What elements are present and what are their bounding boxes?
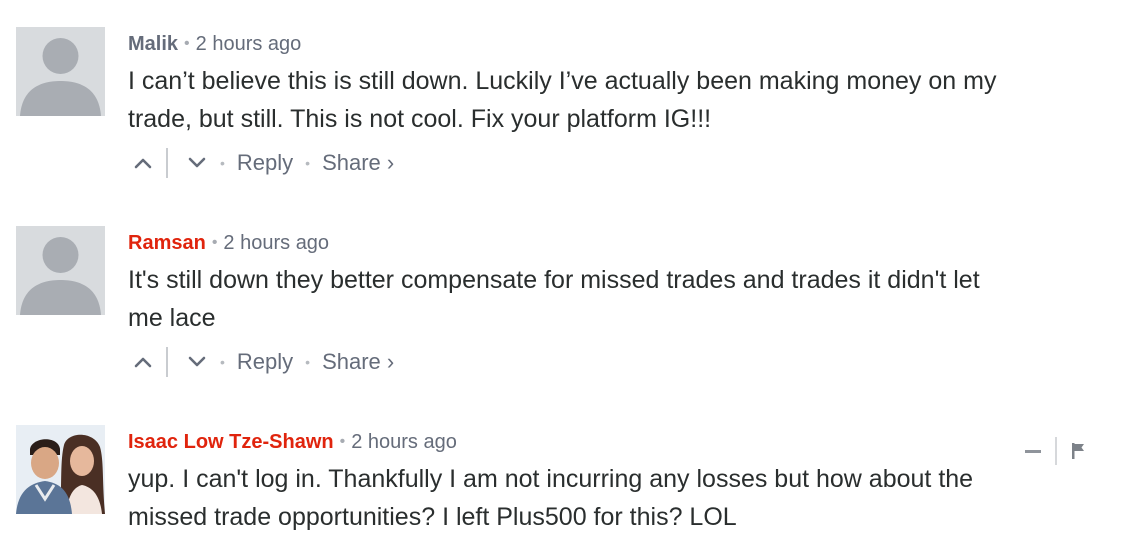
comment-body: Ramsan • 2 hours ago It's still down the… [128, 226, 1111, 381]
upvote-icon[interactable] [132, 152, 154, 174]
comment-text: It's still down they better compensate f… [128, 266, 980, 332]
downvote-icon[interactable] [186, 351, 208, 373]
bullet-separator: • [339, 433, 346, 450]
default-avatar-icon [16, 226, 105, 315]
avatar[interactable] [16, 425, 105, 514]
comment-text: I can’t believe this is still down. Luck… [128, 67, 997, 133]
comment-text: yup. I can't log in. Thankfully I am not… [128, 465, 974, 531]
bullet-separator: • [305, 155, 311, 171]
avatar[interactable] [16, 226, 105, 315]
bullet-separator: • [184, 35, 190, 52]
comment-body: Isaac Low Tze-Shawn • 2 hours ago yup. I… [128, 425, 1111, 536]
bullet-separator: • [220, 155, 225, 171]
flag-icon[interactable] [1071, 442, 1085, 460]
comment-actions: • Reply • Share › [128, 144, 1111, 182]
timestamp[interactable]: 2 hours ago [196, 33, 302, 56]
comment-body: Malik • 2 hours ago I can’t believe this… [128, 27, 1111, 182]
author-name[interactable]: Malik [128, 33, 178, 56]
author-name[interactable]: Isaac Low Tze-Shawn [128, 431, 334, 454]
comment-header: Isaac Low Tze-Shawn • 2 hours ago [128, 425, 1111, 459]
reply-button[interactable]: Reply [237, 150, 293, 176]
comment-actions: • Reply • Share › [128, 343, 1111, 381]
avatar[interactable] [16, 27, 105, 116]
upvote-icon[interactable] [132, 351, 154, 373]
reply-button[interactable]: Reply [237, 349, 293, 375]
default-avatar-icon [16, 27, 105, 116]
share-button[interactable]: Share › [322, 150, 394, 176]
comment-header: Ramsan • 2 hours ago [128, 226, 1111, 260]
timestamp[interactable]: 2 hours ago [351, 431, 457, 454]
comment-tools [1025, 437, 1085, 465]
downvote-icon[interactable] [186, 152, 208, 174]
vote-divider [166, 347, 168, 377]
vote-divider [166, 148, 168, 178]
bullet-separator: • [211, 234, 218, 251]
photo-avatar-icon [16, 425, 105, 514]
timestamp[interactable]: 2 hours ago [223, 232, 329, 255]
author-name[interactable]: Ramsan [128, 232, 206, 255]
bullet-separator: • [305, 354, 311, 370]
minimize-icon[interactable] [1025, 449, 1041, 453]
comment-header: Malik • 2 hours ago [128, 27, 1111, 61]
tool-divider [1055, 437, 1057, 465]
share-button[interactable]: Share › [322, 349, 394, 375]
bullet-separator: • [220, 354, 225, 370]
